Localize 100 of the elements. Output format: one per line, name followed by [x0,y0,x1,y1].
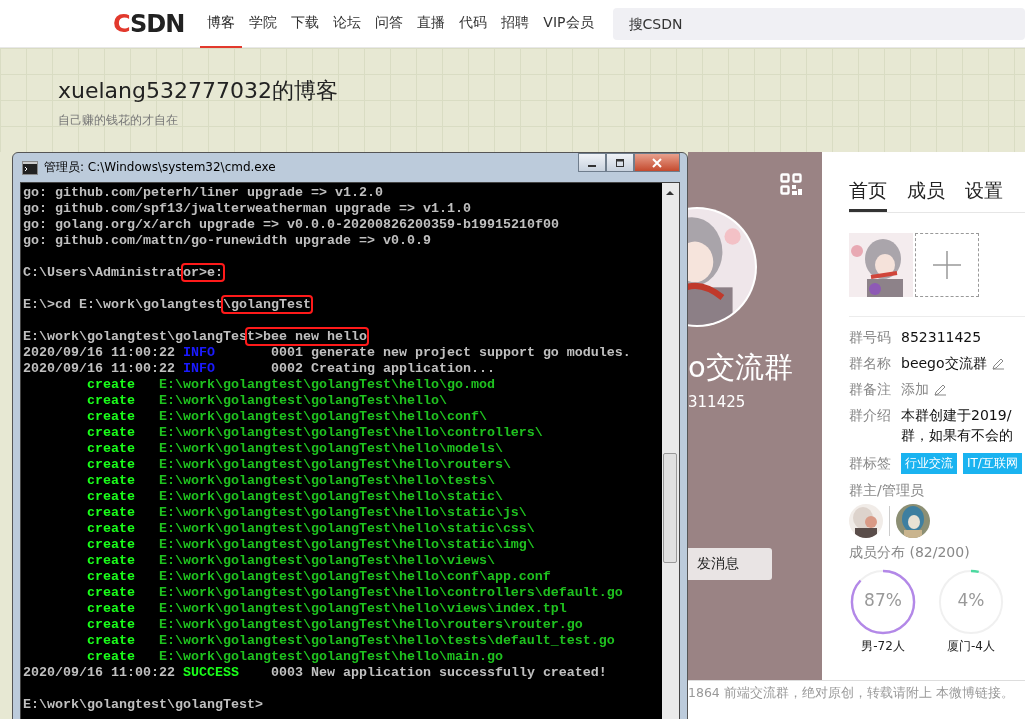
edit-icon[interactable] [933,383,947,397]
window-title: 管理员: C:\Windows\system32\cmd.exe [44,159,276,176]
created-path: E:\work\golangtest\golangTest\hello\models\ [158,441,503,456]
created-path: E:\work\golangtest\golangTest\hello\main.go [158,649,503,664]
send-message-button[interactable]: 发消息 [688,548,772,580]
search-field[interactable]: 搜CSDN [612,7,1025,40]
log-message: 0002 Creating application... [270,361,495,376]
created-path: E:\work\golangtest\golangTest\hello\ [158,393,447,408]
log-level: INFO [182,345,216,361]
blog-title: xuelang532777032的博客 [58,77,339,105]
nav-link[interactable]: 问答 [368,0,411,48]
nav-link[interactable]: 下载 [284,0,327,48]
info-value: beego交流群 [901,355,987,373]
info-value: 852311425 [901,329,982,345]
log-action: create [87,569,136,585]
log-time: 2020/09/16 11:00:22 [23,361,175,376]
tab[interactable]: 成员 [907,178,945,212]
info-value: 本群创建于2019/ 群，如果有不会的 [901,406,1013,445]
log-action: create [87,633,136,649]
created-path: E:\work\golangtest\golangTest\hello\static\ [158,489,503,504]
created-path: E:\work\golangtest\golangTest\hello\routers\ [158,457,511,472]
log-level: INFO [182,361,216,377]
created-path: E:\work\golangtest\golangTest\hello\go.mod [158,377,495,392]
created-path: E:\work\golangtest\golangTest\hello\controllers\default.go [158,585,623,600]
log-time: 2020/09/16 11:00:22 [23,345,175,360]
blog-subtitle: 自己赚的钱花的才自在 [58,112,179,129]
group-name: o交流群 [688,349,793,386]
console-line: E:\work\golangtest\golangTes [23,329,247,344]
log-action: create [87,489,136,505]
log-time: 2020/09/16 11:00:22 [23,665,175,680]
add-remark-link[interactable]: 添加 [901,381,929,399]
console-line: E:\work\golangtest\golangTest> [23,697,263,712]
created-path: E:\work\golangtest\golangTest\hello\conf\ [158,409,487,424]
percent-reading: 87% [863,590,903,610]
log-action: create [87,585,136,601]
log-action: create [87,649,136,665]
scroll-thumb[interactable] [663,453,677,563]
nav-link[interactable]: 招聘 [494,0,537,48]
minimize-button[interactable] [578,153,606,172]
close-button[interactable] [634,153,680,172]
created-path: E:\work\golangtest\golangTest\hello\tests\default_test.go [158,633,615,648]
log-action: create [87,457,136,473]
nav-link[interactable]: 直播 [410,0,453,48]
maximize-icon [614,157,626,168]
add-photo-button[interactable] [915,233,979,297]
distribution-label: 成员分布 (82/200) [849,544,971,562]
highlighted-command: \golangTest [222,297,311,312]
log-action: create [87,409,136,425]
created-path: E:\work\golangtest\golangTest\hello\controllers\ [158,425,543,440]
progress-ring [937,568,1005,636]
created-path: E:\work\golangtest\golangTest\hello\conf\app.conf [158,569,551,584]
log-message: 0001 generate new project support go modules. [270,345,631,360]
log-action: create [87,377,136,393]
log-action: create [87,521,136,537]
created-path: E:\work\golangtest\golangTest\hello\views\ [158,553,495,568]
nav-link[interactable]: VIP会员 [536,0,601,48]
info-label: 群标签 [849,454,891,473]
close-icon [651,157,663,168]
created-path: E:\work\golangtest\golangTest\hello\static\css\ [158,521,535,536]
console-line: go: golang.org/x/arch upgrade => v0.0.0-20200826200359-b19915210f00 [23,217,559,232]
info-label: 群介绍 [849,407,891,425]
created-path: E:\work\golangtest\golangTest\hello\tests\ [158,473,495,488]
nav-link[interactable]: 代码 [452,0,495,48]
console-line: go: github.com/spf13/jwalterweatherman upgrade => v1.1.0 [23,201,471,216]
nav-link[interactable]: 博客 [200,0,243,48]
highlighted-command: t>bee new hello [246,329,367,344]
edit-icon[interactable] [990,357,1005,371]
log-action: create [87,505,136,521]
percent-reading: 4% [956,590,986,610]
progress-ring [849,568,917,636]
log-message: 0003 New application successfully created! [270,665,607,680]
console-line: go: github.com/peterh/liner upgrade => v1.2.0 [23,185,383,200]
tab[interactable]: 设置 [965,178,1003,212]
highlighted-command: or>e: [182,265,223,280]
created-path: E:\work\golangtest\golangTest\hello\static\img\ [158,537,535,552]
log-action: create [87,393,136,409]
info-label: 群名称 [849,355,891,373]
created-path: E:\work\golangtest\golangTest\hello\views\index.tpl [158,601,567,616]
console-icon [22,160,38,175]
tab[interactable]: 首页 [849,178,887,212]
admins-label: 群主/管理员 [849,482,925,500]
scroll-up-icon[interactable] [665,189,675,197]
logo[interactable]: CSDN [113,9,185,38]
nav-link[interactable]: 论坛 [326,0,369,48]
log-action: create [87,553,136,569]
log-action: create [87,537,136,553]
qr-code-icon[interactable] [780,173,802,195]
minimize-icon [588,164,596,167]
log-action: create [87,601,136,617]
log-action: create [87,473,136,489]
info-label: 群备注 [849,381,891,399]
log-action: create [87,441,136,457]
created-path: E:\work\golangtest\golangTest\hello\static\js\ [158,505,527,520]
console-line: E:\>cd E:\work\golangtest [23,297,223,312]
scrollbar[interactable] [662,183,679,719]
maximize-button[interactable] [606,153,634,172]
distribution-caption: 厦门-4人 [947,638,995,655]
group-number: 311425 [688,393,746,411]
console-line: go: github.com/mattn/go-runewidth upgrade => v0.0.9 [23,233,431,248]
nav-link[interactable]: 学院 [242,0,285,48]
